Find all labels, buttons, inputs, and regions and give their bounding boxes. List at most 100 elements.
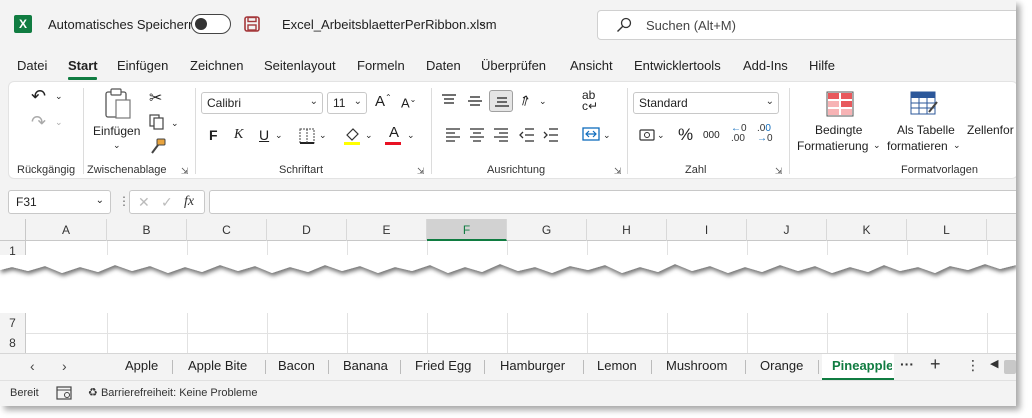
fill-color-icon[interactable] <box>343 126 361 146</box>
column-header[interactable]: K <box>827 219 907 241</box>
percent-button[interactable]: % <box>678 125 693 145</box>
column-header[interactable]: A <box>26 219 107 241</box>
merge-center-icon[interactable] <box>582 126 600 142</box>
underline-dropdown-icon[interactable]: ⌄ <box>275 130 283 141</box>
worksheet-grid[interactable]: A B C D E F G H I J K L 1 7 8 <box>0 219 1016 353</box>
format-as-table-label-2[interactable]: formatieren <box>887 139 948 153</box>
conditional-formatting-label-2[interactable]: Formatierung <box>797 139 868 153</box>
copy-icon[interactable] <box>149 114 165 130</box>
enter-icon[interactable]: ✓ <box>161 194 173 211</box>
sheet-tab-hamburger[interactable]: Hamburger <box>500 358 565 373</box>
align-left-icon[interactable] <box>445 128 461 142</box>
increase-font-icon[interactable]: A⌃ <box>375 93 392 110</box>
select-all-corner[interactable] <box>0 219 26 241</box>
scroll-left-icon[interactable]: ◀ <box>990 357 998 370</box>
increase-decimal-icon[interactable]: ←0.00 <box>731 124 747 144</box>
borders-icon[interactable] <box>299 128 315 144</box>
tab-start[interactable]: Start <box>68 58 98 73</box>
tab-add-ins[interactable]: Add-Ins <box>743 58 788 73</box>
tab-einfuegen[interactable]: Einfügen <box>117 58 168 73</box>
undo-dropdown-icon[interactable]: ⌄ <box>55 91 63 102</box>
tab-formeln[interactable]: Formeln <box>357 58 405 73</box>
sheet-options-icon[interactable]: ⋮ <box>966 357 980 374</box>
chevron-down-icon[interactable]: ⌄ <box>873 140 881 151</box>
align-middle-icon[interactable] <box>467 94 483 108</box>
redo-icon[interactable]: ↷ <box>31 112 46 133</box>
sheet-tab-bacon[interactable]: Bacon <box>278 358 315 373</box>
decrease-decimal-icon[interactable]: .00 →0 <box>757 124 773 144</box>
column-header[interactable]: I <box>667 219 747 241</box>
chevron-down-icon[interactable]: ⌄ <box>953 140 961 151</box>
tab-datei[interactable]: Datei <box>17 58 47 73</box>
tab-entwicklertools[interactable]: Entwicklertools <box>634 58 721 73</box>
cancel-icon[interactable]: ✕ <box>138 194 150 211</box>
paste-label[interactable]: Einfügen <box>93 124 140 138</box>
sheet-tab-fried-egg[interactable]: Fried Egg <box>415 358 471 373</box>
column-header[interactable]: D <box>267 219 347 241</box>
sheet-tab-mushroom[interactable]: Mushroom <box>666 358 727 373</box>
borders-dropdown-icon[interactable]: ⌄ <box>319 130 327 141</box>
format-as-table-label-1[interactable]: Als Tabelle <box>897 123 955 137</box>
format-as-table-icon[interactable] <box>909 90 939 118</box>
accounting-dropdown-icon[interactable]: ⌄ <box>657 130 665 141</box>
tab-zeichnen[interactable]: Zeichnen <box>190 58 243 73</box>
sheet-tab-apple-bite[interactable]: Apple Bite <box>188 358 247 373</box>
insert-function-icon[interactable]: fx <box>184 194 194 210</box>
conditional-formatting-icon[interactable] <box>825 90 855 118</box>
tab-ansicht[interactable]: Ansicht <box>570 58 613 73</box>
horizontal-scrollbar[interactable] <box>1004 360 1016 374</box>
decrease-font-icon[interactable]: A⌄ <box>401 95 416 110</box>
add-sheet-icon[interactable]: + <box>930 354 941 375</box>
number-format-select[interactable]: Standard ⌄ <box>633 92 779 114</box>
increase-indent-icon[interactable] <box>543 128 559 142</box>
orientation-dropdown-icon[interactable]: ⌄ <box>539 96 547 107</box>
paste-icon[interactable] <box>103 88 133 120</box>
orientation-icon[interactable]: ⇗ <box>516 90 535 111</box>
column-header[interactable]: L <box>907 219 987 241</box>
column-header[interactable]: J <box>747 219 827 241</box>
align-center-icon[interactable] <box>469 128 485 142</box>
tab-daten[interactable]: Daten <box>426 58 461 73</box>
sheet-tab-lemon[interactable]: Lemon <box>597 358 637 373</box>
fill-color-dropdown-icon[interactable]: ⌄ <box>365 130 373 141</box>
tab-ueberpruefen[interactable]: Überprüfen <box>481 58 546 73</box>
row-header[interactable]: 7 <box>0 313 26 333</box>
column-header-selected[interactable]: F <box>427 219 507 241</box>
underline-button[interactable]: U <box>259 127 269 143</box>
file-name[interactable]: Excel_ArbeitsblaetterPerRibbon.xlsm <box>282 17 497 32</box>
next-sheet-icon[interactable]: › <box>62 358 67 374</box>
font-color-icon[interactable]: A <box>389 124 399 141</box>
column-header[interactable]: C <box>187 219 267 241</box>
column-header[interactable]: H <box>587 219 667 241</box>
decrease-indent-icon[interactable] <box>519 128 535 142</box>
thousands-separator-button[interactable]: 000 <box>703 130 720 141</box>
merge-dropdown-icon[interactable]: ⌄ <box>603 130 611 141</box>
accounting-format-icon[interactable] <box>639 128 655 142</box>
conditional-formatting-label-1[interactable]: Bedingte <box>815 123 862 137</box>
undo-icon[interactable]: ↶ <box>31 86 46 107</box>
column-header[interactable]: E <box>347 219 427 241</box>
tab-seitenlayout[interactable]: Seitenlayout <box>264 58 336 73</box>
tab-hilfe[interactable]: Hilfe <box>809 58 835 73</box>
column-header[interactable]: B <box>107 219 187 241</box>
format-painter-icon[interactable] <box>149 138 167 156</box>
alignment-launcher-icon[interactable]: ⇲ <box>614 166 622 177</box>
italic-button[interactable]: K <box>234 127 243 143</box>
more-sheets-icon[interactable]: ··· <box>900 356 914 372</box>
wrap-text-icon[interactable]: ab c↵ <box>582 89 598 112</box>
number-launcher-icon[interactable]: ⇲ <box>775 166 783 177</box>
column-header[interactable]: G <box>507 219 587 241</box>
autosave-toggle[interactable] <box>191 14 231 34</box>
name-box[interactable]: F31 ⌄ <box>8 190 111 214</box>
save-icon[interactable] <box>244 16 260 32</box>
row-header[interactable]: 8 <box>0 333 26 353</box>
font-name-select[interactable]: Calibri ⌄ <box>201 92 323 114</box>
font-size-select[interactable]: 11 ⌄ <box>327 92 367 114</box>
font-launcher-icon[interactable]: ⇲ <box>417 166 425 177</box>
align-top-icon[interactable] <box>441 94 457 108</box>
copy-dropdown-icon[interactable]: ⌄ <box>171 118 179 129</box>
sheet-tab-banana[interactable]: Banana <box>343 358 388 373</box>
accessibility-status[interactable]: ♻ Barrierefreiheit: Keine Probleme <box>88 386 257 399</box>
redo-dropdown-icon[interactable]: ⌄ <box>55 117 63 128</box>
bold-button[interactable]: F <box>209 127 218 143</box>
